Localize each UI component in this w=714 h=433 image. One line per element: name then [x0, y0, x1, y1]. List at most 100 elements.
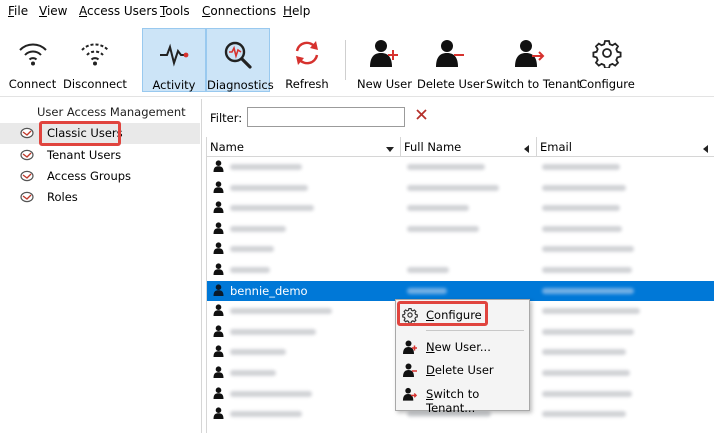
- menu-file[interactable]: File: [8, 4, 28, 18]
- menu-connections[interactable]: Connections: [202, 4, 276, 18]
- redacted-name: [230, 370, 276, 376]
- user-icon: [213, 222, 224, 237]
- column-header-name[interactable]: Name: [207, 137, 401, 157]
- redacted-name: [230, 267, 270, 273]
- redacted-full-name: [407, 184, 499, 191]
- redacted-email: [542, 308, 640, 315]
- menu-help[interactable]: Help: [283, 4, 310, 18]
- shield-icon: [20, 149, 34, 164]
- redacted-email: [542, 349, 626, 356]
- wifi-icon: [4, 38, 61, 72]
- context-switch-to-tenant[interactable]: Switch to Tenant...: [396, 383, 529, 415]
- redacted-email: [542, 164, 620, 170]
- tree-item-label: Tenant Users: [47, 148, 122, 162]
- table-row[interactable]: [207, 178, 714, 199]
- connect-button[interactable]: Connect: [4, 28, 61, 92]
- user-delete-icon: [417, 38, 483, 72]
- column-header-label: Email: [540, 140, 572, 154]
- user-icon: [213, 160, 224, 175]
- redacted-name: [230, 328, 316, 335]
- configure-button[interactable]: Configure: [578, 28, 636, 92]
- user-add-icon: [357, 38, 411, 72]
- context-item-label: Switch to Tenant...: [426, 387, 480, 415]
- new-user-label: New User: [357, 77, 412, 91]
- new-user-button[interactable]: New User: [357, 28, 412, 92]
- switch-to-tenant-button[interactable]: Switch to Tenant: [486, 28, 582, 92]
- column-header-label: Full Name: [404, 140, 462, 154]
- sort-left-icon: [703, 142, 709, 156]
- redacted-full-name: [407, 287, 447, 294]
- filter-input[interactable]: [247, 107, 405, 127]
- user-switch-icon: [402, 386, 418, 405]
- highlight-box: [39, 121, 121, 146]
- disconnect-button[interactable]: Disconnect: [63, 28, 127, 92]
- user-icon: [213, 201, 224, 216]
- redacted-email: [542, 287, 634, 294]
- refresh-button[interactable]: Refresh: [280, 28, 334, 92]
- toolbar: Connect Disconnect Activity Diagnostics …: [0, 23, 714, 97]
- user-switch-icon: [486, 38, 574, 72]
- activity-label: Activity: [152, 78, 196, 92]
- user-icon: [213, 180, 224, 196]
- user-icon: [213, 345, 224, 360]
- menu-tools[interactable]: Tools: [160, 4, 190, 18]
- left-panel: User Access Management Classic Users Ten…: [0, 99, 202, 433]
- tree-item-tenant-users[interactable]: Tenant Users: [0, 145, 200, 166]
- table-row[interactable]: [207, 198, 714, 219]
- delete-user-button[interactable]: Delete User: [417, 28, 485, 92]
- magnifier-icon: [207, 39, 269, 73]
- redacted-email: [542, 411, 626, 418]
- user-delete-icon: [402, 362, 418, 381]
- redacted-full-name: [407, 225, 479, 232]
- table-row[interactable]: [207, 157, 714, 178]
- panel-title: User Access Management: [37, 105, 186, 119]
- activity-button[interactable]: Activity: [142, 28, 206, 92]
- user-name: bennie_demo: [230, 283, 308, 298]
- table-row[interactable]: [207, 260, 714, 281]
- user-add-icon: [402, 339, 418, 358]
- redacted-name: [230, 308, 332, 315]
- table-row[interactable]: [207, 239, 714, 260]
- context-delete-user[interactable]: Delete User: [396, 359, 529, 381]
- user-icon: [213, 386, 224, 402]
- diagnostics-button[interactable]: Diagnostics: [206, 28, 274, 92]
- menu-separator: [426, 330, 524, 331]
- redacted-email: [542, 328, 634, 335]
- redacted-email: [542, 267, 632, 273]
- menu-view[interactable]: View: [39, 4, 67, 18]
- redacted-name: [230, 164, 302, 170]
- refresh-label: Refresh: [285, 77, 329, 91]
- filter-label: Filter:: [210, 111, 243, 125]
- shield-icon: [20, 127, 34, 142]
- redacted-name: [230, 184, 308, 191]
- column-header-email[interactable]: Email: [537, 137, 714, 157]
- tree-item-roles[interactable]: Roles: [0, 187, 200, 208]
- column-header-full-name[interactable]: Full Name: [401, 137, 537, 157]
- filter-bar: Filter:: [206, 104, 714, 130]
- shield-icon: [20, 191, 34, 206]
- user-icon: [213, 304, 224, 319]
- redacted-full-name: [407, 205, 469, 212]
- menu-access-users[interactable]: Access Users: [79, 4, 158, 18]
- redacted-email: [542, 370, 630, 376]
- redacted-full-name: [407, 267, 449, 273]
- redacted-name: [230, 205, 314, 212]
- tree-item-access-groups[interactable]: Access Groups: [0, 166, 200, 187]
- tree-item-label: Access Groups: [47, 169, 132, 183]
- redacted-full-name: [407, 164, 485, 170]
- switch-to-tenant-label: Switch to Tenant: [486, 77, 582, 91]
- context-new-user[interactable]: New User...: [396, 336, 529, 358]
- shield-icon: [20, 170, 34, 185]
- redacted-name: [230, 411, 302, 418]
- table-row[interactable]: [207, 219, 714, 240]
- toolbar-separator: [345, 40, 346, 80]
- user-icon: [213, 283, 224, 299]
- x-icon[interactable]: [415, 107, 429, 123]
- redacted-name: [230, 225, 286, 232]
- redacted-name: [230, 246, 274, 253]
- context-item-label: Delete User: [426, 363, 494, 377]
- redacted-name: [230, 349, 286, 356]
- refresh-icon: [280, 38, 334, 72]
- redacted-email: [542, 225, 622, 232]
- wifi-off-icon: [63, 38, 127, 72]
